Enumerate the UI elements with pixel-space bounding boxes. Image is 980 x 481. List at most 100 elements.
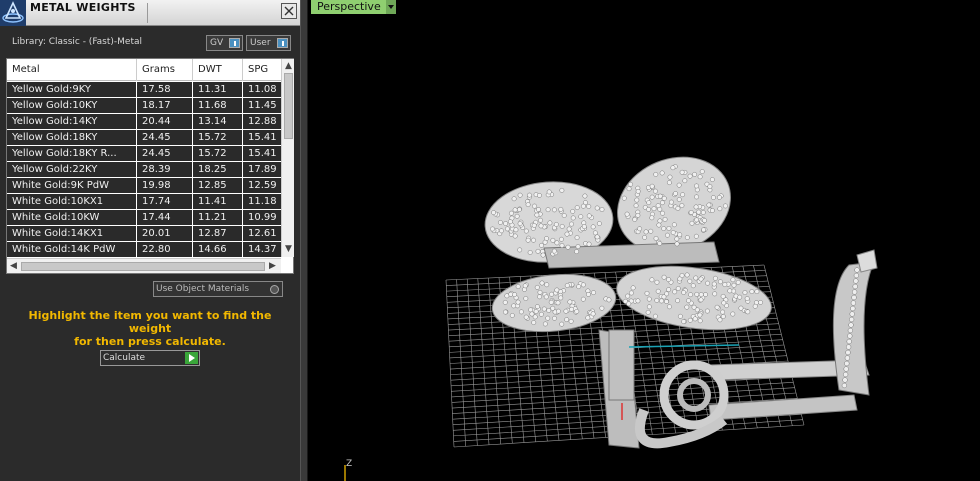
cell-dwt: 12.87 [193, 226, 243, 242]
col-header-metal[interactable]: Metal [7, 59, 137, 81]
vertical-scroll-thumb[interactable] [284, 73, 293, 139]
cell-dwt: 15.72 [193, 130, 243, 146]
cell-dwt: 18.25 [193, 162, 243, 178]
cell-grams: 22.80 [137, 242, 193, 257]
cell-grams: 20.01 [137, 226, 193, 242]
close-icon [284, 6, 294, 16]
cell-dwt: 12.85 [193, 178, 243, 194]
col-header-grams[interactable]: Grams [137, 59, 193, 81]
panel-titlebar: METAL WEIGHTS [0, 0, 300, 26]
cell-grams: 24.45 [137, 146, 193, 162]
table-row[interactable]: White Gold:10KX1 17.74 11.41 11.18 [7, 194, 281, 210]
axis-indicator: Z [344, 459, 352, 481]
cell-spg: 12.61 [248, 228, 277, 239]
app-logo-icon [0, 0, 26, 26]
cell-dwt: 11.68 [193, 98, 243, 114]
instruction-line-1: Highlight the item you want to find the … [28, 309, 272, 335]
cell-grams: 20.44 [137, 114, 193, 130]
table-row[interactable]: Yellow Gold:22KY 28.39 18.25 17.89 [7, 162, 281, 178]
gv-toggle[interactable]: GV [206, 35, 243, 51]
user-toggle[interactable]: User [246, 35, 291, 51]
close-button[interactable] [281, 3, 297, 19]
col-header-spg[interactable]: SPG [243, 59, 281, 81]
scroll-down-icon[interactable]: ▼ [285, 244, 292, 254]
cell-metal: Yellow Gold:22KY [7, 162, 137, 178]
cell-dwt: 11.21 [193, 210, 243, 226]
cell-grams: 17.44 [137, 210, 193, 226]
cell-grams: 17.58 [137, 82, 193, 98]
cell-spg: 17.89 [248, 164, 277, 175]
cell-spg: 10.99 [248, 212, 277, 223]
cell-grams: 28.39 [137, 162, 193, 178]
cell-metal: Yellow Gold:9KY [7, 82, 137, 98]
user-toggle-icon [277, 38, 288, 48]
axis-z-label: Z [346, 459, 352, 469]
table-row[interactable]: Yellow Gold:18KY R... 24.45 15.72 15.41 [7, 146, 281, 162]
play-icon [185, 352, 198, 364]
gv-label: GV [210, 38, 224, 48]
scroll-up-icon[interactable]: ▲ [285, 61, 292, 71]
view-mode-dropdown-icon[interactable] [386, 0, 396, 14]
cell-spg: 15.41 [248, 132, 277, 143]
cell-grams: 17.74 [137, 194, 193, 210]
title-separator [147, 3, 148, 23]
cell-grams: 18.17 [137, 98, 193, 114]
cell-spg: 11.08 [248, 84, 277, 95]
gv-toggle-icon [229, 38, 240, 48]
table-row[interactable]: Yellow Gold:14KY 20.44 13.14 12.88 [7, 114, 281, 130]
horizontal-scroll-thumb[interactable] [21, 262, 265, 271]
scene-render: Z [344, 156, 878, 481]
cell-dwt: 14.66 [193, 242, 243, 257]
view-mode-tab[interactable]: Perspective [311, 0, 387, 14]
vertical-scrollbar[interactable]: ▲ ▼ [281, 59, 294, 257]
cell-spg: 11.45 [248, 100, 277, 111]
radio-icon [270, 285, 279, 294]
table-body: Yellow Gold:9KY 17.58 11.31 11.08 Yellow Gol… [7, 82, 281, 257]
table-row[interactable]: White Gold:14KX1 20.01 12.87 12.61 [7, 226, 281, 242]
panel-title: METAL WEIGHTS [30, 1, 136, 14]
table-row[interactable]: Yellow Gold:10KY 18.17 11.68 11.45 [7, 98, 281, 114]
cell-spg: 12.88 [248, 116, 277, 127]
metal-table: Metal Grams DWT SPG Yellow Gold:9KY 17.58… [6, 58, 294, 274]
instruction-line-2: for then press calculate. [74, 335, 226, 348]
cell-metal: White Gold:9K PdW [7, 178, 137, 194]
cell-metal: White Gold:10KX1 [7, 194, 137, 210]
panel-splitter[interactable] [300, 0, 308, 481]
user-label: User [250, 38, 271, 48]
use-object-materials-option[interactable]: Use Object Materials [153, 281, 283, 297]
cell-metal: Yellow Gold:18KY R... [7, 146, 137, 162]
cell-metal: Yellow Gold:18KY [7, 130, 137, 146]
cell-dwt: 11.41 [193, 194, 243, 210]
cell-dwt: 13.14 [193, 114, 243, 130]
instruction-text: Highlight the item you want to find the … [14, 309, 286, 348]
table-row[interactable]: White Gold:9K PdW 19.98 12.85 12.59 [7, 178, 281, 194]
table-row[interactable]: Yellow Gold:9KY 17.58 11.31 11.08 [7, 82, 281, 98]
use-object-materials-label: Use Object Materials [156, 284, 250, 294]
cell-dwt: 11.31 [193, 82, 243, 98]
cell-spg: 14.37 [248, 244, 277, 255]
calculate-label: Calculate [103, 353, 146, 363]
scroll-left-icon[interactable]: ◀ [10, 261, 17, 271]
cell-spg: 11.18 [248, 196, 277, 207]
col-header-dwt[interactable]: DWT [193, 59, 243, 81]
cell-metal: Yellow Gold:14KY [7, 114, 137, 130]
table-header: Metal Grams DWT SPG [7, 59, 281, 81]
cell-grams: 19.98 [137, 178, 193, 194]
3d-viewport[interactable]: Z Perspective [309, 0, 980, 481]
cell-metal: White Gold:14KX1 [7, 226, 137, 242]
cell-metal: White Gold:10KW [7, 210, 137, 226]
table-row[interactable]: White Gold:14K PdW 22.80 14.66 14.37 [7, 242, 281, 257]
butterfly-lower-right-wing [616, 265, 772, 331]
cell-metal: White Gold:14K PdW [7, 242, 137, 257]
cell-grams: 24.45 [137, 130, 193, 146]
scroll-right-icon[interactable]: ▶ [269, 261, 276, 271]
library-label: Library: Classic - (Fast)-Metal [12, 37, 143, 47]
calculate-button[interactable]: Calculate [100, 350, 200, 366]
table-row[interactable]: White Gold:10KW 17.44 11.21 10.99 [7, 210, 281, 226]
cell-metal: Yellow Gold:10KY [7, 98, 137, 114]
table-row[interactable]: Yellow Gold:18KY 24.45 15.72 15.41 [7, 130, 281, 146]
metal-weights-panel: METAL WEIGHTS Library: Classic - (Fast)-… [0, 0, 300, 481]
cell-dwt: 15.72 [193, 146, 243, 162]
cell-spg: 15.41 [248, 148, 277, 159]
horizontal-scrollbar[interactable]: ◀ ▶ [7, 258, 281, 273]
